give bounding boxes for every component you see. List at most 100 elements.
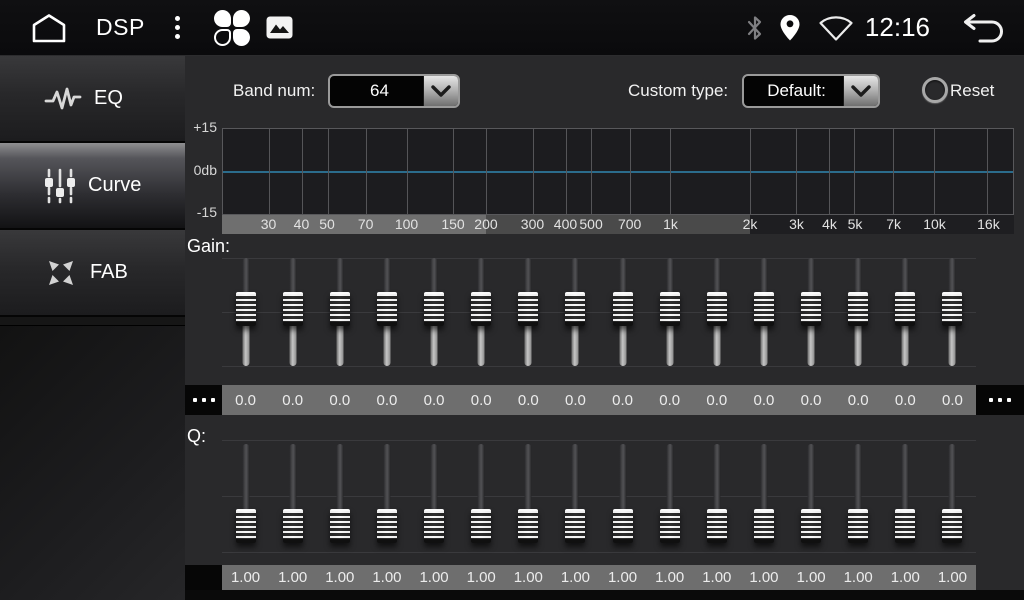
slider-track xyxy=(949,444,956,514)
overflow-menu-icon[interactable] xyxy=(171,12,184,43)
q-band-slider[interactable] xyxy=(929,440,976,555)
slider-fill xyxy=(478,324,485,366)
back-icon[interactable] xyxy=(960,12,1006,44)
bluetooth-icon[interactable] xyxy=(747,15,763,41)
slider-knob[interactable] xyxy=(895,292,915,326)
slider-knob[interactable] xyxy=(895,509,915,543)
slider-knob[interactable] xyxy=(424,509,444,543)
freq-gridline xyxy=(750,129,751,214)
gain-scroll-right-button[interactable] xyxy=(976,385,1024,415)
q-band-slider[interactable] xyxy=(222,440,269,555)
frequency-axis: 304050701001502003004005007001k2k3k4k5k7… xyxy=(222,215,1014,234)
location-icon[interactable] xyxy=(779,14,801,42)
q-band-slider[interactable] xyxy=(316,440,363,555)
gain-band-slider[interactable] xyxy=(882,250,929,370)
slider-knob[interactable] xyxy=(471,509,491,543)
slider-knob[interactable] xyxy=(848,509,868,543)
gain-band-slider[interactable] xyxy=(552,250,599,370)
gain-band-slider[interactable] xyxy=(505,250,552,370)
slider-track xyxy=(855,444,862,514)
gain-band-slider[interactable] xyxy=(835,250,882,370)
gain-band-slider[interactable] xyxy=(363,250,410,370)
gallery-icon[interactable] xyxy=(266,16,293,39)
q-band-slider[interactable] xyxy=(458,440,505,555)
q-band-slider[interactable] xyxy=(835,440,882,555)
q-value: 1.00 xyxy=(835,565,882,590)
slider-knob[interactable] xyxy=(330,292,350,326)
slider-knob[interactable] xyxy=(377,509,397,543)
wifi-icon[interactable] xyxy=(817,14,855,42)
q-band-slider[interactable] xyxy=(552,440,599,555)
slider-knob[interactable] xyxy=(471,292,491,326)
freq-gridline xyxy=(328,129,329,214)
slider-knob[interactable] xyxy=(283,292,303,326)
slider-knob[interactable] xyxy=(330,509,350,543)
sidebar-item-eq[interactable]: EQ xyxy=(0,56,185,143)
q-band-slider[interactable] xyxy=(693,440,740,555)
slider-knob[interactable] xyxy=(424,292,444,326)
gain-band-slider[interactable] xyxy=(646,250,693,370)
slider-knob[interactable] xyxy=(518,509,538,543)
q-value: 1.00 xyxy=(693,565,740,590)
slider-knob[interactable] xyxy=(801,509,821,543)
gain-scroll-left-button[interactable] xyxy=(185,385,222,415)
slider-knob[interactable] xyxy=(660,292,680,326)
slider-knob[interactable] xyxy=(942,509,962,543)
band-num-dropdown[interactable]: 64 xyxy=(328,74,460,108)
gain-band-slider[interactable] xyxy=(693,250,740,370)
slider-knob[interactable] xyxy=(613,292,633,326)
q-band-slider[interactable] xyxy=(411,440,458,555)
freq-tick-label: 7k xyxy=(886,215,901,234)
slider-knob[interactable] xyxy=(848,292,868,326)
q-band-slider[interactable] xyxy=(740,440,787,555)
gain-band-slider[interactable] xyxy=(458,250,505,370)
slider-knob[interactable] xyxy=(518,292,538,326)
gain-band-slider[interactable] xyxy=(929,250,976,370)
q-band-slider[interactable] xyxy=(788,440,835,555)
slider-fill xyxy=(713,324,720,366)
slider-knob[interactable] xyxy=(660,509,680,543)
q-value: 1.00 xyxy=(882,565,929,590)
slider-knob[interactable] xyxy=(283,509,303,543)
slider-knob[interactable] xyxy=(236,509,256,543)
q-band-slider[interactable] xyxy=(882,440,929,555)
q-band-slider[interactable] xyxy=(505,440,552,555)
gain-value: 0.0 xyxy=(740,385,787,415)
slider-knob[interactable] xyxy=(707,509,727,543)
slider-knob[interactable] xyxy=(236,292,256,326)
gain-value: 0.0 xyxy=(835,385,882,415)
q-band-slider[interactable] xyxy=(363,440,410,555)
slider-track xyxy=(383,444,390,514)
freq-tick-label: 70 xyxy=(358,215,374,234)
slider-knob[interactable] xyxy=(565,509,585,543)
q-band-slider[interactable] xyxy=(599,440,646,555)
launcher-clover-icon[interactable] xyxy=(214,10,250,46)
slider-knob[interactable] xyxy=(565,292,585,326)
slider-knob[interactable] xyxy=(942,292,962,326)
reset-label[interactable]: Reset xyxy=(950,81,994,101)
gain-band-slider[interactable] xyxy=(316,250,363,370)
sidebar-item-fab[interactable]: FAB xyxy=(0,230,185,317)
gain-band-slider[interactable] xyxy=(740,250,787,370)
slider-track xyxy=(478,444,485,514)
custom-type-dropdown[interactable]: Default: xyxy=(742,74,880,108)
freq-tick-label: 2k xyxy=(743,215,758,234)
gain-band-slider[interactable] xyxy=(269,250,316,370)
reset-radio[interactable] xyxy=(922,77,948,103)
gain-band-slider[interactable] xyxy=(222,250,269,370)
gain-band-slider[interactable] xyxy=(788,250,835,370)
q-band-slider[interactable] xyxy=(646,440,693,555)
sidebar-item-curve[interactable]: Curve xyxy=(0,143,185,230)
slider-knob[interactable] xyxy=(754,509,774,543)
gain-band-slider[interactable] xyxy=(599,250,646,370)
gain-value: 0.0 xyxy=(646,385,693,415)
slider-knob[interactable] xyxy=(377,292,397,326)
slider-knob[interactable] xyxy=(801,292,821,326)
slider-knob[interactable] xyxy=(613,509,633,543)
slider-knob[interactable] xyxy=(754,292,774,326)
home-icon[interactable] xyxy=(28,11,70,45)
clock: 12:16 xyxy=(865,12,930,43)
q-band-slider[interactable] xyxy=(269,440,316,555)
gain-band-slider[interactable] xyxy=(411,250,458,370)
slider-knob[interactable] xyxy=(707,292,727,326)
